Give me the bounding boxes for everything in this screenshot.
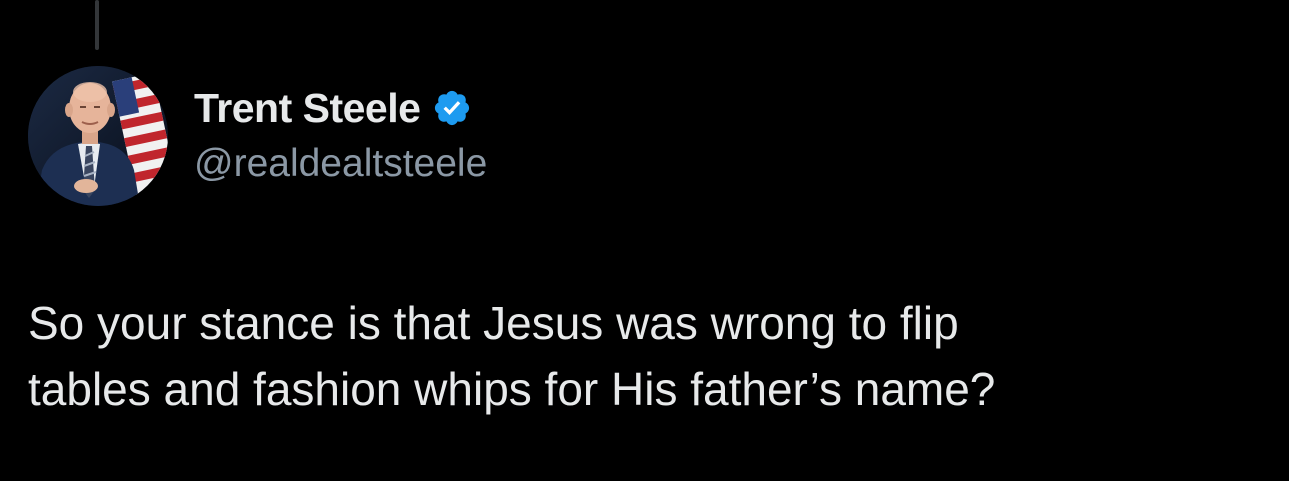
avatar[interactable] — [28, 66, 168, 206]
tweet-text-line: So your stance is that Jesus was wrong t… — [28, 297, 959, 349]
thread-connector-line — [95, 0, 99, 50]
display-name[interactable]: Trent Steele — [194, 85, 421, 132]
user-handle[interactable]: @realdealtsteele — [194, 142, 487, 186]
tweet-text-line: tables and fashion whips for His father’… — [28, 363, 996, 415]
tweet-header: Trent Steele @realdealtsteele — [194, 82, 487, 186]
verified-badge-icon — [432, 88, 472, 128]
tweet-text: So your stance is that Jesus was wrong t… — [28, 290, 1248, 422]
tweet-card: Trent Steele @realdealtsteele So your st… — [0, 0, 1289, 481]
name-row: Trent Steele — [194, 82, 487, 134]
avatar-image — [28, 66, 168, 206]
